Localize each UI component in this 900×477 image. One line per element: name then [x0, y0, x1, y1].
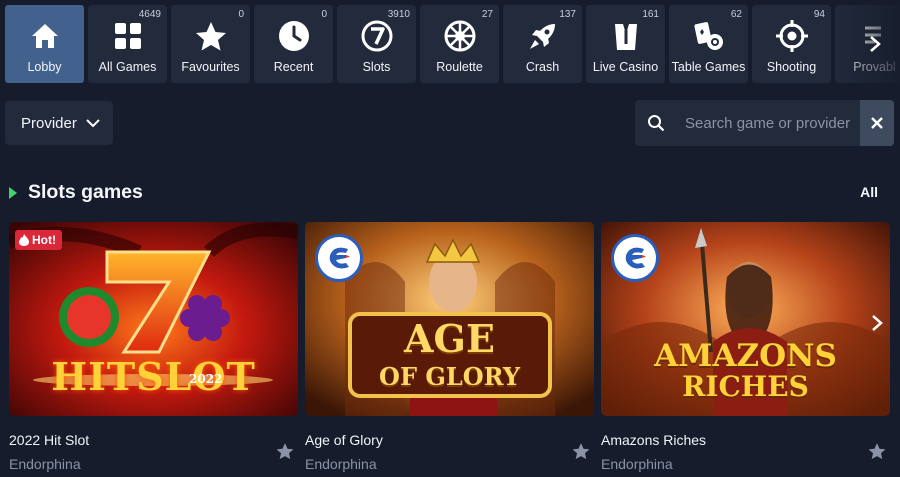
category-shooting[interactable]: 94 Shooting	[752, 5, 831, 83]
hot-badge: Hot!	[15, 230, 62, 250]
clock-icon	[277, 19, 311, 53]
endorphina-logo-icon	[611, 234, 659, 282]
category-count: 94	[813, 9, 825, 20]
category-table-games[interactable]: 62 Table Games	[669, 5, 748, 83]
category-label: Live Casino	[592, 60, 659, 74]
game-name[interactable]: Amazons Riches	[601, 432, 706, 448]
game-art-title: AGE	[404, 316, 495, 361]
game-art-subtitle: RICHES	[682, 370, 809, 403]
provider-label: Provider	[21, 114, 77, 132]
see-all-link[interactable]: All	[860, 184, 878, 200]
section-title: Slots games	[28, 181, 143, 203]
game-provider: Endorphina	[9, 456, 81, 472]
category-count: 4649	[138, 9, 161, 20]
category-count: 62	[730, 9, 742, 20]
dealer-icon	[609, 19, 643, 53]
favourite-star-icon[interactable]	[276, 442, 294, 460]
search-input[interactable]	[685, 114, 855, 132]
roulette-icon	[443, 19, 477, 53]
category-label: Lobby	[27, 60, 62, 74]
rocket-icon	[526, 19, 560, 53]
game-art-subtitle: OF GLORY	[379, 362, 520, 391]
close-icon	[871, 117, 883, 129]
category-slots[interactable]: 3910 Slots	[337, 5, 416, 83]
category-roulette[interactable]: 27 Roulette	[420, 5, 499, 83]
category-recent[interactable]: 0 Recent	[254, 5, 333, 83]
section-marker-icon	[9, 187, 17, 199]
category-live-casino[interactable]: 161 Live Casino	[586, 5, 665, 83]
grid-icon	[111, 19, 145, 53]
category-next-arrow[interactable]	[864, 30, 886, 58]
category-label: Slots	[362, 60, 391, 74]
category-bar: Lobby 4649 All Games 0 Favourites 0 Rece…	[0, 0, 900, 88]
flame-icon	[19, 234, 29, 246]
category-count: 3910	[387, 9, 410, 20]
game-name[interactable]: 2022 Hit Slot	[9, 432, 89, 448]
category-favourites[interactable]: 0 Favourites	[171, 5, 250, 83]
game-provider: Endorphina	[305, 456, 377, 472]
chevron-right-icon	[872, 315, 883, 331]
game-name[interactable]: Age of Glory	[305, 432, 383, 448]
home-icon	[28, 19, 62, 53]
category-label: Table Games	[671, 60, 746, 74]
category-lobby[interactable]: Lobby	[5, 5, 84, 83]
search-box	[635, 100, 860, 146]
category-count: 161	[642, 9, 659, 20]
badge-label: Hot!	[32, 233, 56, 247]
game-card-amazons-riches[interactable]: AMAZONS RICHES	[601, 222, 890, 416]
game-art-title: HITSLOT	[51, 354, 256, 399]
chevron-down-icon	[86, 118, 100, 128]
endorphina-logo-icon	[315, 234, 363, 282]
category-label: Shooting	[766, 60, 817, 74]
category-count: 0	[238, 9, 244, 20]
game-provider: Endorphina	[601, 456, 673, 472]
star-icon	[194, 19, 228, 53]
category-count: 137	[559, 9, 576, 20]
provider-dropdown[interactable]: Provider	[5, 101, 113, 145]
search-clear-button[interactable]	[860, 100, 894, 146]
category-crash[interactable]: 137 Crash	[503, 5, 582, 83]
search-icon	[647, 114, 665, 132]
category-label: Provabl	[853, 60, 896, 74]
game-art-subtitle: 2022	[189, 372, 223, 386]
category-label: Roulette	[436, 60, 483, 74]
category-label: Recent	[273, 60, 314, 74]
category-label: Crash	[525, 60, 560, 74]
category-count: 0	[321, 9, 327, 20]
crosshair-icon	[775, 19, 809, 53]
cards-chip-icon	[692, 19, 726, 53]
favourite-star-icon[interactable]	[868, 442, 886, 460]
games-next-arrow[interactable]	[866, 310, 888, 336]
game-art-title: AMAZONS	[654, 338, 837, 374]
category-label: All Games	[98, 60, 157, 74]
category-all-games[interactable]: 4649 All Games	[88, 5, 167, 83]
category-label: Favourites	[181, 60, 240, 74]
game-card-age-of-glory[interactable]: AGE OF GLORY	[305, 222, 594, 416]
slot-seven-icon	[360, 19, 394, 53]
game-card-2022-hit-slot[interactable]: HITSLOT 2022 Hot!	[9, 222, 298, 416]
category-count: 27	[481, 9, 493, 20]
favourite-star-icon[interactable]	[572, 442, 590, 460]
